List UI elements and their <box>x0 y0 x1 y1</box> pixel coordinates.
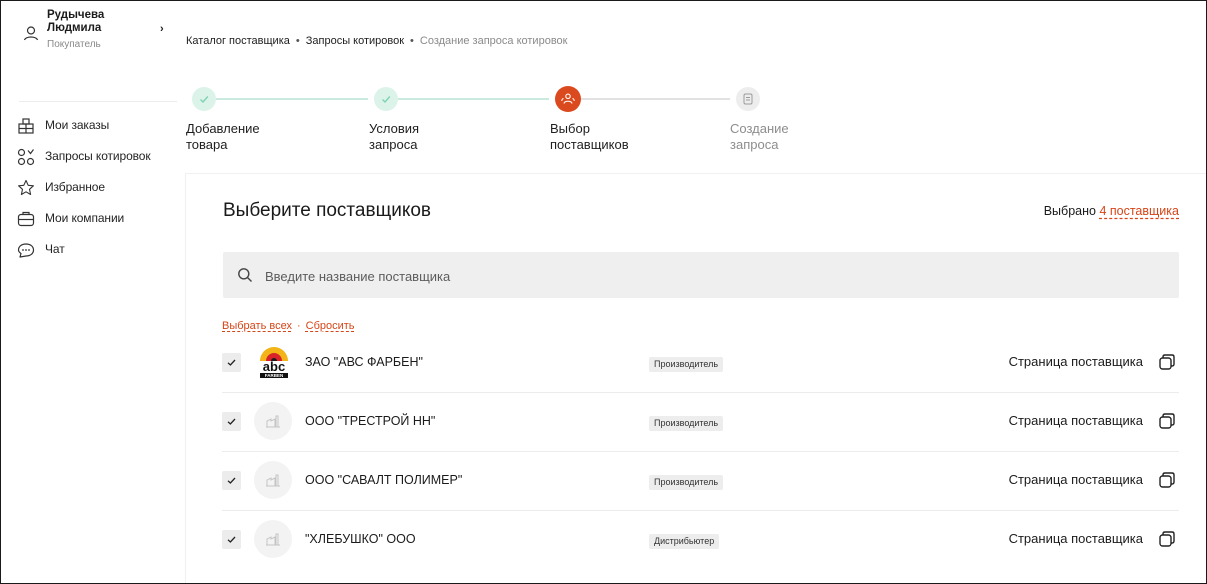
breadcrumb-catalog[interactable]: Каталог поставщика <box>186 35 290 47</box>
step-4-indicator <box>736 87 760 111</box>
progress-stepper: Добавление товара Условия запроса Выбор … <box>186 86 1206 167</box>
copy-icon[interactable] <box>1158 412 1176 430</box>
supplier-row: "ХЛЕБУШКО" ООО Дистрибьютер Страница пос… <box>222 511 1179 569</box>
supplier-type-badge: Дистрибьютер <box>649 534 720 549</box>
sidebar-divider <box>19 101 177 102</box>
document-icon <box>743 93 753 105</box>
supplier-logo <box>254 461 294 501</box>
sidebar-item-chat[interactable]: Чат <box>17 242 151 273</box>
step-connector <box>579 98 730 100</box>
supplier-checkbox[interactable] <box>222 353 241 372</box>
supplier-checkbox[interactable] <box>222 530 241 549</box>
supplier-checkbox[interactable] <box>222 471 241 490</box>
factory-placeholder-icon <box>254 520 292 558</box>
check-icon <box>227 536 236 543</box>
supplier-row: abc FARBEN ЗАО "АВС ФАРБЕН" Производител… <box>222 334 1179 393</box>
step-4-label: Создание запроса <box>730 121 789 152</box>
step-connector <box>398 98 549 100</box>
check-icon <box>227 418 236 425</box>
building-icon <box>18 118 34 134</box>
step-3-label: Выбор поставщиков <box>550 121 629 152</box>
logo-subtext: FARBEN <box>265 373 284 378</box>
supplier-type-badge: Производитель <box>649 416 724 431</box>
sidebar-item-orders[interactable]: Мои заказы <box>17 118 151 149</box>
selected-suppliers-link[interactable]: 4 поставщика <box>1099 204 1179 218</box>
user-first-name: Рудычева <box>47 9 105 21</box>
sidebar-item-label: Мои заказы <box>45 118 110 132</box>
breadcrumb-current: Создание запроса котировок <box>419 35 568 47</box>
supplier-name: ООО "САВАЛТ ПОЛИМЕР" <box>305 473 463 487</box>
check-icon <box>200 96 209 104</box>
sidebar-item-label: Избранное <box>45 180 105 194</box>
supplier-page-link[interactable]: Страница поставщика <box>1009 413 1143 428</box>
sidebar-item-companies[interactable]: Мои компании <box>17 211 151 242</box>
selected-count: Выбрано 4 поставщика <box>1044 204 1179 218</box>
logo-text: abc <box>263 359 285 374</box>
user-icon <box>23 26 39 41</box>
search-icon <box>238 268 252 282</box>
step-3-indicator <box>555 86 581 112</box>
star-icon <box>18 179 34 196</box>
chevron-right-icon[interactable]: › <box>160 23 164 35</box>
check-icon <box>227 359 236 366</box>
step-connector <box>216 98 368 100</box>
check-icon <box>382 96 391 104</box>
sidebar-item-label: Мои компании <box>45 211 125 225</box>
copy-icon[interactable] <box>1158 530 1176 548</box>
main-panel: Выберите поставщиков Выбрано 4 поставщик… <box>186 173 1206 583</box>
bulk-actions: Выбрать всех · Сбросить <box>222 320 355 332</box>
supplier-type-badge: Производитель <box>649 475 724 490</box>
supplier-name: ООО "ТРЕСТРОЙ НН" <box>305 414 436 428</box>
copy-icon[interactable] <box>1158 471 1176 489</box>
sidebar-nav: Мои заказы Запросы котировок Избранное М… <box>17 118 151 273</box>
check-icon <box>227 477 236 484</box>
supplier-page-link[interactable]: Страница поставщика <box>1009 472 1143 487</box>
search-box[interactable] <box>223 252 1179 300</box>
sidebar-item-quotes[interactable]: Запросы котировок <box>17 148 151 180</box>
bulk-separator: · <box>296 320 301 332</box>
breadcrumb: Каталог поставщика • Запросы котировок • Соз… <box>186 35 567 47</box>
supplier-logo <box>254 402 294 442</box>
user-role: Покупатель <box>47 39 101 50</box>
supplier-name: "ХЛЕБУШКО" ООО <box>305 532 416 546</box>
step-1-indicator <box>192 87 216 111</box>
factory-placeholder-icon <box>254 461 292 499</box>
step-1-label: Добавление товара <box>186 121 260 152</box>
supplier-logo <box>254 520 294 560</box>
supplier-name: ЗАО "АВС ФАРБЕН" <box>305 355 423 369</box>
supplier-page-link[interactable]: Страница поставщика <box>1009 531 1143 546</box>
factory-placeholder-icon <box>254 402 292 440</box>
page-title: Выберите поставщиков <box>223 200 432 221</box>
select-all-button[interactable]: Выбрать всех <box>222 320 292 332</box>
search-input[interactable] <box>263 252 1167 300</box>
supplier-list: abc FARBEN ЗАО "АВС ФАРБЕН" Производител… <box>222 334 1179 569</box>
step-2-indicator <box>374 87 398 111</box>
abc-farben-logo: abc FARBEN <box>254 343 294 383</box>
supplier-row: ООО "САВАЛТ ПОЛИМЕР" Производитель Стран… <box>222 452 1179 511</box>
user-last-name: Людмила <box>47 22 102 34</box>
sidebar: Рудычева Людмила › Покупатель Мои заказы <box>1 1 178 583</box>
sidebar-item-label: Запросы котировок <box>45 149 151 163</box>
supplier-checkbox[interactable] <box>222 412 241 431</box>
chat-icon <box>17 243 35 258</box>
breadcrumb-separator: • <box>410 35 414 47</box>
reset-button[interactable]: Сбросить <box>306 320 355 332</box>
breadcrumb-quotes[interactable]: Запросы котировок <box>306 35 404 47</box>
copy-icon[interactable] <box>1158 353 1176 371</box>
supplier-page-link[interactable]: Страница поставщика <box>1009 354 1143 369</box>
briefcase-icon <box>17 211 35 227</box>
step-2-label: Условия запроса <box>369 121 420 152</box>
supplier-type-badge: Производитель <box>649 357 724 372</box>
sidebar-item-label: Чат <box>45 242 65 256</box>
quotes-icon <box>17 148 35 166</box>
supplier-row: ООО "ТРЕСТРОЙ НН" Производитель Страница… <box>222 393 1179 452</box>
breadcrumb-separator: • <box>295 35 300 47</box>
users-icon <box>561 93 575 104</box>
app-frame: Рудычева Людмила › Покупатель Мои заказы <box>0 0 1207 584</box>
selected-prefix: Выбрано <box>1043 204 1096 218</box>
sidebar-item-favorites[interactable]: Избранное <box>17 179 151 211</box>
